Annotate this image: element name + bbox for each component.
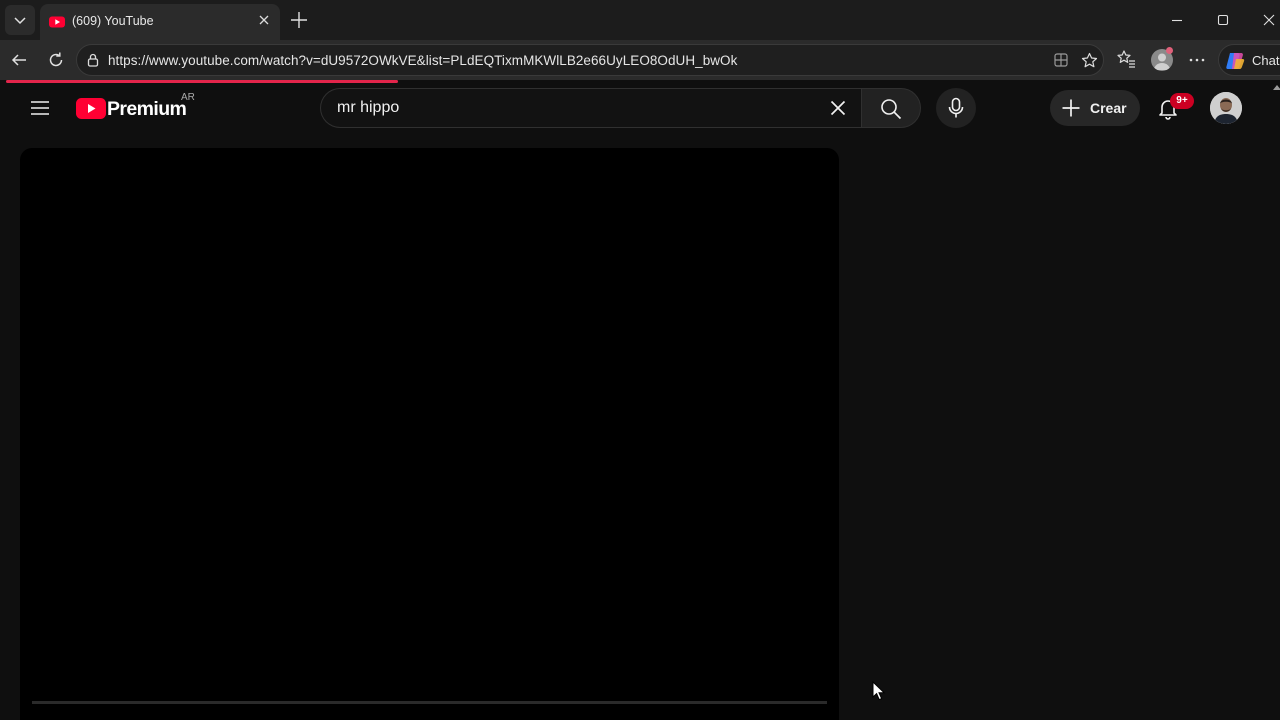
browser-tab-bar: (609) YouTube [0, 0, 1280, 40]
more-icon[interactable] [1188, 51, 1206, 69]
address-bar[interactable]: https://www.youtube.com/watch?v=dU9572OW… [76, 44, 1104, 76]
youtube-favicon-icon [49, 14, 65, 30]
search-query-text: mr hippo [337, 99, 400, 116]
notification-badge: 9+ [1170, 93, 1194, 109]
youtube-logo-icon [76, 98, 106, 119]
youtube-page: Premium AR mr hippo Crear 9+ [4, 83, 1280, 720]
create-button[interactable]: Crear [1050, 90, 1140, 126]
tab-list-icon [13, 13, 27, 27]
site-info-icon[interactable] [85, 52, 101, 68]
refresh-icon[interactable] [47, 51, 65, 69]
hamburger-menu-icon[interactable] [30, 99, 50, 117]
search-button[interactable] [861, 88, 921, 128]
video-progress-bar[interactable] [32, 701, 827, 704]
new-tab-icon[interactable] [288, 9, 310, 31]
create-label: Crear [1090, 100, 1127, 116]
copilot-icon [1224, 50, 1246, 72]
avatar[interactable] [1210, 92, 1242, 124]
chat-label: Chat [1252, 53, 1280, 68]
back-icon[interactable] [10, 51, 28, 69]
logo-premium-text: Premium [107, 98, 187, 120]
browser-toolbar: https://www.youtube.com/watch?v=dU9572OW… [0, 40, 1280, 80]
plus-icon [1061, 98, 1081, 118]
video-player[interactable] [20, 148, 839, 720]
favorite-star-icon[interactable] [1081, 52, 1098, 69]
url-text: https://www.youtube.com/watch?v=dU9572OW… [108, 53, 738, 68]
clear-search-icon[interactable] [829, 99, 847, 117]
app-available-icon[interactable] [1053, 52, 1069, 68]
search-input[interactable]: mr hippo [320, 88, 861, 128]
mouse-cursor-icon [872, 681, 886, 701]
favorites-icon[interactable] [1116, 49, 1136, 69]
browser-tab[interactable]: (609) YouTube [40, 4, 280, 40]
close-tab-icon[interactable] [257, 13, 271, 27]
voice-search-button[interactable] [936, 88, 976, 128]
mic-icon [946, 97, 966, 119]
maximize-icon[interactable] [1216, 13, 1230, 27]
logo-region-code: AR [181, 92, 195, 103]
tab-list-button[interactable] [5, 5, 35, 35]
search-icon [880, 98, 902, 120]
scroll-up-arrow[interactable] [1272, 83, 1280, 91]
tab-title: (609) YouTube [72, 14, 154, 28]
profile-notification-dot [1166, 47, 1173, 54]
minimize-icon[interactable] [1170, 13, 1184, 27]
copilot-chat-button[interactable]: Chat [1218, 44, 1280, 76]
close-window-icon[interactable] [1262, 13, 1276, 27]
